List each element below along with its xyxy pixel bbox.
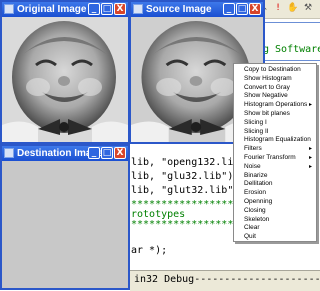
original-image-titlebar[interactable]: Original Image _ □ X — [2, 2, 128, 17]
submenu-arrow-icon: ▸ — [308, 101, 312, 109]
original-image-canvas[interactable] — [2, 17, 128, 142]
editor-divider — [262, 60, 320, 61]
menu-item-label: Slicing I — [244, 118, 267, 126]
output-panel: in32 Debug---------------------- — [130, 270, 320, 291]
close-button[interactable]: X — [249, 3, 261, 15]
menu-item[interactable]: Quit — [234, 233, 316, 241]
menu-item[interactable]: Histogram Equalization — [234, 136, 316, 144]
menu-item-label: Show Negative — [244, 92, 288, 100]
menu-item[interactable]: Show Histogram — [234, 75, 316, 83]
menu-item[interactable]: Noise ▸ — [234, 163, 316, 171]
close-button[interactable]: X — [114, 3, 126, 15]
image-context-menu: Copy to Destination Show Histogram Convert… — [233, 63, 317, 242]
submenu-arrow-icon: ▸ — [308, 162, 312, 170]
source-image-titlebar[interactable]: Source Image _ □ X — [131, 2, 263, 17]
window-title: Original Image — [17, 4, 87, 15]
menu-item-label: Binarize — [244, 171, 268, 179]
menu-item[interactable]: Dellitation — [234, 180, 316, 188]
menu-item-label: Clear — [244, 224, 260, 232]
destination-image-canvas[interactable] — [2, 161, 128, 288]
menu-item-label: Quit — [244, 233, 256, 241]
window-icon — [133, 4, 143, 14]
menu-item[interactable]: Slicing II — [234, 128, 316, 136]
menu-item[interactable]: Binarize — [234, 172, 316, 180]
editor-divider — [262, 22, 320, 23]
baby-photo-image — [2, 17, 128, 142]
menu-item[interactable]: Filters ▸ — [234, 145, 316, 153]
toolbar-exclamation-icon[interactable]: ! — [273, 3, 283, 14]
menu-item[interactable]: Show bit planes — [234, 110, 316, 118]
menu-item[interactable]: Slicing I — [234, 119, 316, 127]
menu-item-label: Show Histogram — [244, 74, 292, 82]
output-text: in32 Debug---------------------- — [134, 274, 320, 285]
menu-item[interactable]: Closing — [234, 207, 316, 215]
menu-item-label: Openning — [244, 198, 273, 205]
code-line: ar *); — [131, 245, 168, 256]
menu-item[interactable]: Convert to Gray — [234, 84, 316, 92]
menu-item-label: Dellitation — [244, 180, 273, 188]
submenu-arrow-icon: ▸ — [308, 145, 312, 153]
minimize-button[interactable]: _ — [223, 3, 235, 15]
menu-item-label: Closing — [244, 206, 266, 214]
menu-item[interactable]: Openning — [234, 198, 316, 206]
maximize-button[interactable]: □ — [101, 3, 113, 15]
menu-item-label: Histogram Equalization — [244, 136, 311, 144]
maximize-button[interactable]: □ — [236, 3, 248, 15]
toolbar-hand-icon[interactable]: ✋ — [287, 3, 298, 14]
window-title: Source Image — [146, 4, 212, 15]
submenu-arrow-icon: ▸ — [308, 154, 312, 161]
original-image-window: Original Image _ □ X — [0, 0, 130, 144]
minimize-button[interactable]: _ — [88, 147, 100, 159]
baby-photo-original — [2, 17, 128, 142]
menu-item-label: Convert to Gray — [244, 83, 290, 91]
destination-image-window: Destination Image _ □ X — [0, 144, 130, 290]
menu-item-label: Skeleton — [244, 215, 270, 223]
window-icon — [4, 148, 14, 158]
menu-item[interactable]: Copy to Destination — [234, 66, 316, 74]
close-button[interactable]: X — [114, 147, 126, 159]
menu-item[interactable]: Erosion — [234, 189, 316, 197]
minimize-button[interactable]: _ — [88, 3, 100, 15]
toolbar-tools-icon[interactable]: ⚒ — [303, 3, 313, 14]
menu-item-label: Fourier Transform — [244, 154, 296, 161]
menu-item[interactable]: Fourier Transform ▸ — [234, 154, 316, 162]
menu-item-label: Filters — [244, 145, 262, 153]
menu-item[interactable]: Histogram Operations ▸ — [234, 101, 316, 109]
menu-item-label: Histogram Operations — [244, 101, 308, 109]
window-icon — [4, 4, 14, 14]
menu-item[interactable]: Skeleton — [234, 216, 316, 224]
maximize-button[interactable]: □ — [101, 147, 113, 159]
destination-image-titlebar[interactable]: Destination Image _ □ X — [2, 146, 128, 161]
menu-item-label: Copy to Destination — [244, 66, 301, 73]
code-line: g Software — [263, 44, 320, 55]
menu-item[interactable]: Show Negative — [234, 92, 316, 100]
menu-item[interactable]: Clear — [234, 224, 316, 232]
menu-item-label: Noise — [244, 162, 261, 170]
menu-item-label: Show bit planes — [244, 110, 290, 117]
menu-item-label: Erosion — [244, 189, 267, 197]
menu-item-label: Slicing II — [244, 127, 269, 135]
